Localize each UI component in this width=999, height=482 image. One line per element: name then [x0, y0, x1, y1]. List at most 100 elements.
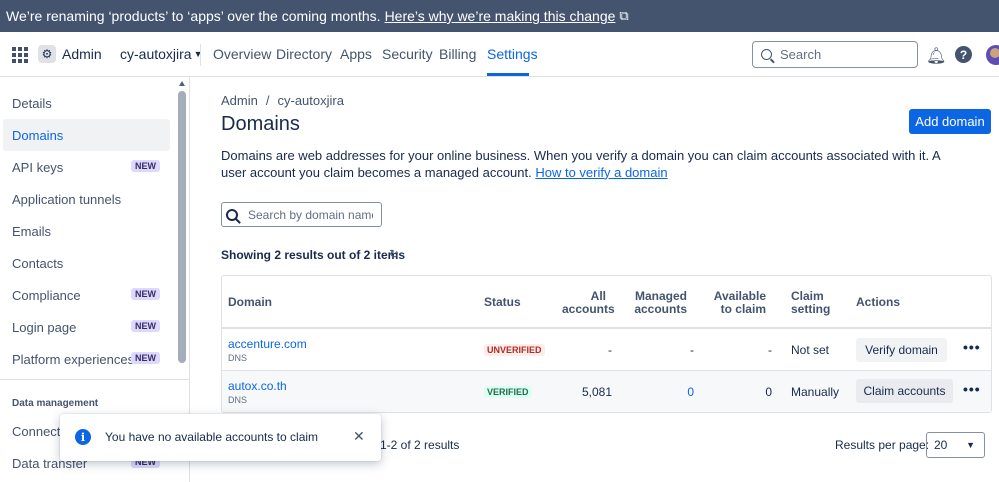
announcement-banner: We’re renaming ‘products’ to ‘apps’ over…: [0, 0, 999, 32]
sidebar-item-label: Compliance: [12, 287, 81, 303]
banner-link[interactable]: Here’s why we’re making this change: [385, 8, 616, 24]
header-all-accounts-line2: accounts: [562, 302, 615, 316]
sidebar-scrollbar[interactable]: [178, 91, 186, 363]
results-per-page-label: Results per page:: [835, 438, 930, 452]
all-accounts-value: 5,081: [581, 385, 612, 399]
header-all-accounts-line1: All: [590, 289, 606, 303]
claim-accounts-button[interactable]: Claim accounts: [856, 379, 953, 403]
new-badge: NEW: [131, 288, 160, 300]
header-claim-line2: setting: [791, 302, 831, 316]
banner-text: We’re renaming ‘products’ to ‘apps’ over…: [6, 8, 381, 24]
claim-setting-value: Not set: [791, 343, 830, 357]
breadcrumb-org[interactable]: cy-autoxjira: [277, 93, 343, 108]
sidebar-item-label: Application tunnels: [12, 191, 122, 207]
add-domain-button[interactable]: Add domain: [909, 109, 991, 134]
sidebar-item-label: Emails: [12, 223, 52, 239]
sidebar-item-platform-experiences[interactable]: Platform experiences NEW: [3, 343, 170, 375]
header-managed-accounts[interactable]: Managed accounts: [627, 290, 687, 316]
app-switcher-icon[interactable]: [12, 47, 28, 63]
page-description: Domains are web addresses for your onlin…: [221, 148, 961, 181]
results-summary: Showing 2 results out of 2 items: [221, 248, 406, 262]
chevron-down-icon: ▼: [193, 49, 203, 59]
sidebar-item-login-page[interactable]: Login page NEW: [3, 311, 170, 343]
sidebar-item-label: Contacts: [12, 255, 64, 271]
tab-security[interactable]: Security: [382, 46, 433, 62]
scroll-up-arrow-icon[interactable]: [179, 81, 185, 86]
domain-link[interactable]: accenture.com: [228, 337, 307, 351]
help-icon[interactable]: ?: [955, 46, 972, 63]
org-name: cy-autoxjira: [120, 46, 192, 62]
header-claim-line1: Claim: [791, 289, 824, 303]
new-badge: NEW: [131, 352, 160, 364]
top-navigation: ⚙ Admin cy-autoxjira ▼ Overview Directory…: [0, 32, 999, 77]
sidebar-item-domains[interactable]: Domains: [3, 119, 170, 151]
close-icon[interactable]: ✕: [353, 428, 365, 445]
info-icon: i: [75, 429, 91, 445]
header-claim-setting[interactable]: Claim setting: [791, 290, 830, 316]
pagination-range: 1-2 of 2 results: [380, 438, 460, 452]
sidebar-section-heading: Data management: [12, 398, 99, 409]
sidebar-item-application-tunnels[interactable]: Application tunnels: [3, 183, 170, 215]
sidebar-item-contacts[interactable]: Contacts: [3, 247, 170, 279]
new-badge: NEW: [131, 320, 160, 332]
external-link-icon[interactable]: ⧉: [619, 8, 628, 24]
more-actions-icon[interactable]: •••: [963, 381, 981, 397]
managed-accounts-value: -: [690, 343, 694, 357]
org-switcher[interactable]: cy-autoxjira ▼: [120, 46, 203, 62]
available-value: -: [768, 343, 772, 357]
verify-domain-button[interactable]: Verify domain: [856, 338, 947, 362]
how-to-verify-link[interactable]: How to verify a domain: [535, 165, 667, 180]
results-per-page-value: 20: [934, 438, 948, 452]
tab-directory[interactable]: Directory: [276, 46, 332, 62]
refresh-icon[interactable]: ↻: [389, 247, 399, 261]
domain-link[interactable]: autox.co.th: [228, 379, 287, 393]
managed-accounts-link[interactable]: 0: [644, 385, 694, 399]
domain-type: DNS: [228, 353, 248, 363]
breadcrumb-separator: /: [265, 93, 270, 108]
search-icon: [226, 208, 238, 221]
domain-search-input[interactable]: [248, 207, 373, 222]
domains-table: Domain Status All accounts Managed account…: [221, 275, 992, 413]
new-badge: NEW: [131, 160, 160, 172]
search-input[interactable]: [780, 47, 910, 62]
status-badge: VERIFIED: [484, 386, 532, 398]
header-status[interactable]: Status: [484, 296, 521, 309]
sidebar-item-details[interactable]: Details: [3, 87, 170, 119]
header-all-accounts[interactable]: All accounts: [562, 289, 615, 316]
header-available-line1: Available: [713, 289, 766, 303]
header-available-to-claim[interactable]: Available to claim: [706, 290, 766, 316]
all-accounts-value: -: [608, 343, 612, 357]
sidebar-item-label: Login page: [12, 319, 77, 335]
header-divider: [222, 327, 991, 329]
global-search[interactable]: [752, 41, 918, 68]
avatar[interactable]: [986, 45, 999, 65]
sidebar-item-emails[interactable]: Emails: [3, 215, 170, 247]
tab-apps[interactable]: Apps: [340, 46, 372, 62]
info-toast: i You have no available accounts to clai…: [60, 414, 381, 461]
page-title: Domains: [221, 113, 300, 135]
nav-divider: [200, 44, 201, 66]
search-icon: [761, 49, 772, 60]
active-tab-indicator: [487, 73, 529, 76]
results-per-page-select[interactable]: 20 ▼: [926, 432, 985, 458]
breadcrumb-admin[interactable]: Admin: [221, 93, 258, 108]
tab-settings[interactable]: Settings: [487, 46, 538, 62]
toast-message: You have no available accounts to claim: [105, 430, 319, 444]
domain-type: DNS: [228, 395, 248, 405]
header-available-line2: to claim: [720, 302, 766, 316]
domain-search[interactable]: [221, 202, 382, 227]
admin-gear-icon[interactable]: ⚙: [38, 45, 56, 63]
tab-billing[interactable]: Billing: [439, 46, 476, 62]
sidebar-item-api-keys[interactable]: API keys NEW: [3, 151, 170, 183]
claim-setting-value: Manually: [791, 385, 840, 399]
sidebar-item-label: API keys: [12, 159, 64, 175]
more-actions-icon[interactable]: •••: [963, 339, 981, 355]
sidebar-item-label: Domains: [12, 127, 64, 143]
notifications-icon[interactable]: 🔔︎: [926, 46, 946, 66]
sidebar-divider: [0, 379, 190, 380]
tab-overview[interactable]: Overview: [213, 46, 271, 62]
admin-label[interactable]: Admin: [62, 46, 102, 62]
header-domain[interactable]: Domain: [228, 296, 272, 309]
sidebar-item-compliance[interactable]: Compliance NEW: [3, 279, 170, 311]
sidebar-item-label: Details: [12, 95, 52, 111]
